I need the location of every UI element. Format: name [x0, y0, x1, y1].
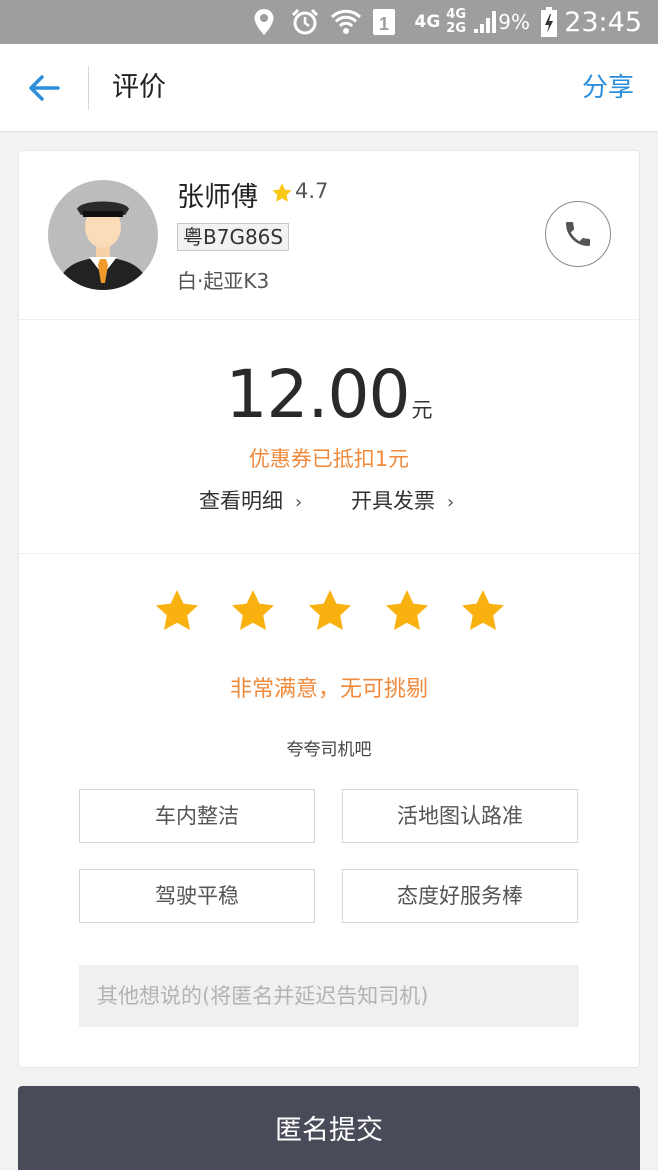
battery-percent: 9%	[498, 10, 530, 34]
section-divider	[19, 319, 639, 320]
call-driver-button[interactable]	[545, 201, 611, 267]
network-dual-label: 4G 2G	[446, 7, 466, 36]
tag-good-service[interactable]: 态度好服务棒	[342, 869, 578, 923]
sim-icon: 1	[372, 0, 396, 44]
car-model: 白·起亚K3	[177, 269, 270, 293]
tag-knows-route[interactable]: 活地图认路准	[342, 789, 578, 843]
star-icon-4[interactable]	[383, 587, 431, 635]
praise-label: 夸夸司机吧	[286, 740, 372, 760]
chevron-right-icon: ›	[447, 492, 455, 513]
tag-smooth-driving[interactable]: 驾驶平稳	[79, 869, 315, 923]
star-icon-2[interactable]	[229, 587, 277, 635]
status-time: 23:45	[564, 6, 642, 38]
network-label-1: 4G	[414, 12, 441, 32]
fare-amount: 12.00元	[19, 356, 639, 433]
rating-star-icon	[272, 183, 292, 202]
fare-value: 12.00	[225, 356, 411, 433]
view-detail-link[interactable]: 查看明细 ›	[199, 485, 302, 515]
page-title: 评价	[112, 72, 166, 103]
alarm-icon	[290, 0, 320, 44]
driver-name: 张师傅	[177, 182, 258, 213]
signal-icon: 4G 4G 2G	[414, 0, 498, 44]
driver-avatar-icon	[47, 179, 159, 291]
location-icon	[252, 0, 276, 44]
svg-text:1: 1	[379, 14, 389, 34]
trip-rating-card: 张师傅 4.7 粤B7G86S 白·起亚K3 12.00元 优惠券已抵扣1元 查…	[18, 150, 640, 1068]
battery-charging-icon	[540, 0, 558, 44]
star-rating	[153, 587, 505, 635]
license-plate: 粤B7G86S	[177, 223, 290, 251]
star-icon-5[interactable]	[459, 587, 507, 635]
header-divider	[88, 66, 89, 110]
coupon-note: 优惠券已抵扣1元	[248, 447, 410, 471]
star-icon-1[interactable]	[153, 587, 201, 635]
status-bar: 1 4G 4G 2G 9% 23:45	[0, 0, 658, 44]
view-detail-label: 查看明细	[199, 489, 283, 513]
arrow-left-icon	[29, 75, 60, 101]
section-divider	[19, 553, 639, 554]
share-button[interactable]: 分享	[582, 44, 634, 132]
anonymous-submit-button[interactable]: 匿名提交	[18, 1086, 640, 1170]
rating-feedback-text: 非常满意，无可挑剔	[229, 677, 428, 702]
invoice-link[interactable]: 开具发票 ›	[351, 485, 454, 515]
comment-input[interactable]	[79, 965, 579, 1027]
invoice-label: 开具发票	[351, 489, 435, 513]
wifi-icon	[330, 0, 362, 44]
fare-unit: 元	[411, 398, 433, 422]
chevron-right-icon: ›	[295, 492, 303, 513]
tag-clean-car[interactable]: 车内整洁	[79, 789, 315, 843]
star-icon-3[interactable]	[306, 587, 354, 635]
phone-icon	[566, 222, 590, 246]
app-header: 评价 分享	[0, 44, 658, 132]
driver-rating: 4.7	[295, 179, 329, 203]
back-button[interactable]	[26, 70, 62, 106]
